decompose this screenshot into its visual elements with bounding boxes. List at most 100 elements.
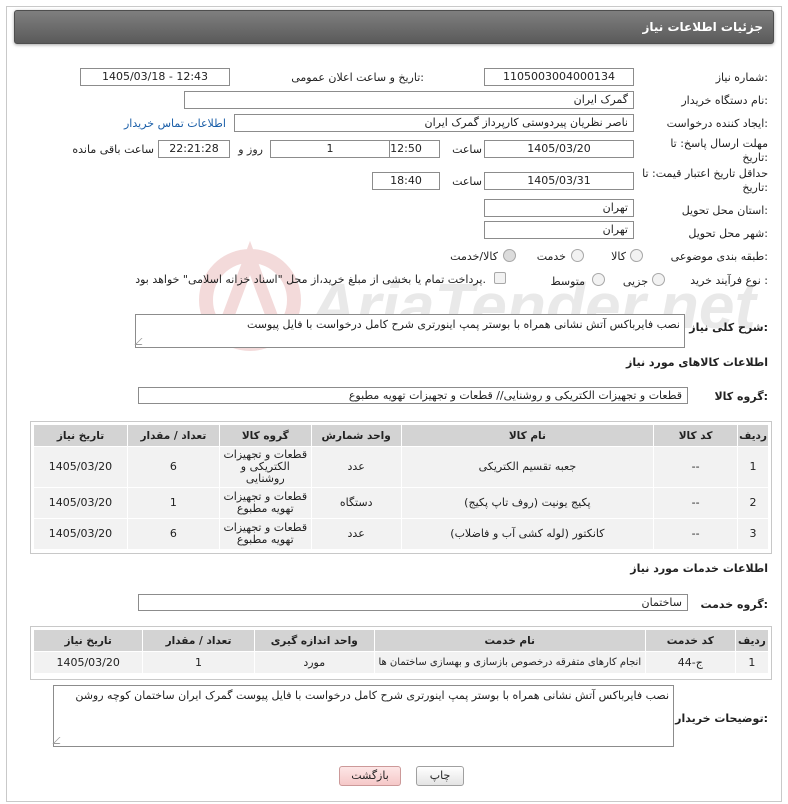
cell-date: 1405/03/20 [32, 651, 144, 674]
goods-th-group: گروه کالا [218, 424, 312, 447]
cell-row: 1 [734, 651, 770, 674]
province-field[interactable]: تهران [484, 199, 634, 217]
label-description: شرح کلی نیاز: [689, 321, 768, 334]
services-th-row: ردیف [734, 629, 770, 652]
description-textarea[interactable]: نصب فایرباکس آتش نشانی همراه با بوستر پم… [134, 314, 685, 348]
table-row[interactable]: 2 -- پکیج یونیت (روف تاپ پکیج) دستگاه قط… [33, 487, 769, 519]
contact-buyer-link[interactable]: اطلاعات تماس خریدار [124, 117, 226, 130]
print-button[interactable]: چاپ [416, 766, 464, 786]
cell-unit: مورد [253, 651, 375, 674]
announce-datetime-field[interactable]: 1405/03/18 - 12:43 [80, 68, 230, 86]
label-need-number: شماره نیاز: [715, 71, 768, 84]
services-th-qty: تعداد / مقدار [142, 629, 255, 652]
cell-name: انجام کارهای متفرقه درخصوص بازسازی و بهس… [373, 651, 646, 674]
buyer-notes-text: نصب فایرباکس آتش نشانی همراه با بوستر پم… [75, 689, 669, 702]
resize-grip-icon[interactable] [52, 737, 67, 744]
cell-name: پکیج یونیت (روف تاپ پکیج) [400, 487, 655, 519]
goods-group-field[interactable]: قطعات و تجهیزات الکتریکی و روشنایی// قطع… [138, 387, 688, 404]
cell-date: 1405/03/20 [33, 446, 128, 488]
cell-qty: 1 [126, 487, 220, 519]
label-category: طبقه بندی موضوعی: [670, 250, 768, 263]
category-option-both: کالا/خدمت [450, 250, 498, 263]
process-radio-minor[interactable] [652, 273, 665, 286]
label-announce-datetime: تاریخ و ساعت اعلان عمومی: [291, 71, 424, 84]
services-th-name: نام خدمت [373, 629, 646, 652]
cell-group: قطعات و تجهیزات تهویه مطبوع [218, 518, 312, 550]
label-city: شهر محل تحویل: [688, 227, 768, 240]
label-price-validity: حداقل تاریخ اعتبار قیمت: تا تاریخ: [642, 167, 768, 194]
cell-qty: 1 [142, 651, 255, 674]
description-text: نصب فایرباکس آتش نشانی همراه با بوستر پم… [246, 318, 680, 331]
cell-group: قطعات و تجهیزات تهویه مطبوع [218, 487, 312, 519]
resize-grip-icon[interactable] [134, 338, 149, 345]
need-number-field[interactable]: 1105003004000134 [484, 68, 634, 86]
page-title: جزئیات اطلاعات نیاز [642, 20, 763, 34]
cell-qty: 6 [126, 446, 220, 488]
process-option-minor: جزیی [622, 275, 648, 288]
cell-name: کانکتور (لوله کشی آب و فاضلاب) [400, 518, 655, 550]
cell-row: 3 [737, 518, 769, 550]
payment-checkbox[interactable] [494, 272, 506, 284]
city-field[interactable]: تهران [484, 221, 634, 239]
table-row[interactable]: 3 -- کانکتور (لوله کشی آب و فاضلاب) عدد … [33, 518, 769, 550]
category-radio-service[interactable] [571, 249, 584, 262]
goods-th-qty: تعداد / مقدار [126, 424, 220, 447]
cell-code: -- [653, 446, 739, 488]
page-header: جزئیات اطلاعات نیاز [14, 10, 774, 44]
label-remaining: ساعت باقی مانده [72, 143, 154, 156]
cell-unit: عدد [310, 518, 402, 550]
table-row[interactable]: 1 -- جعبه تقسیم الکتریکی عدد قطعات و تجه… [33, 446, 769, 488]
goods-th-name: نام کالا [400, 424, 655, 447]
goods-th-code: کد کالا [653, 424, 739, 447]
label-hour-2: ساعت [452, 175, 482, 188]
cell-qty: 6 [126, 518, 220, 550]
cell-row: 2 [737, 487, 769, 519]
label-process-type: نوع فرآیند خرید : [690, 274, 768, 287]
label-goods-group: گروه کالا: [714, 390, 768, 403]
cell-row: 1 [737, 446, 769, 488]
category-option-service: خدمت [536, 250, 566, 263]
cell-unit: دستگاه [310, 487, 402, 519]
label-reply-deadline: مهلت ارسال پاسخ: تا تاریخ: [670, 137, 768, 164]
category-radio-both[interactable] [503, 249, 516, 262]
label-province: استان محل تحویل: [681, 204, 768, 217]
payment-note: پرداخت تمام یا بخشی از مبلغ خرید،از محل … [135, 273, 486, 286]
label-buyer-org: نام دستگاه خریدار: [681, 94, 768, 107]
label-day-and: روز و [238, 143, 263, 156]
label-buyer-notes: توضیحات خریدار: [675, 712, 768, 725]
label-service-group: گروه خدمت: [700, 598, 768, 611]
table-row[interactable]: 1 ج-44 انجام کارهای متفرقه درخصوص بازساز… [32, 651, 770, 674]
services-th-date: تاریخ نیاز [32, 629, 144, 652]
goods-table: ردیف کد کالا نام کالا واحد شمارش گروه کا… [33, 424, 769, 550]
goods-th-unit: واحد شمارش [310, 424, 402, 447]
label-requester: ایجاد کننده درخواست: [666, 117, 768, 130]
validity-date-field[interactable]: 1405/03/31 [484, 172, 634, 190]
label-hour-1: ساعت [452, 143, 482, 156]
days-field[interactable]: 1 [270, 140, 390, 158]
service-group-field[interactable]: ساختمان [138, 594, 688, 611]
category-radio-goods[interactable] [630, 249, 643, 262]
cell-date: 1405/03/20 [33, 487, 128, 519]
cell-code: ج-44 [644, 651, 736, 674]
services-table: ردیف کد خدمت نام خدمت واحد اندازه گیری ت… [32, 629, 770, 674]
goods-th-row: ردیف [737, 424, 769, 447]
cell-code: -- [653, 487, 739, 519]
goods-section-title: اطلاعات کالاهای مورد نیاز [626, 356, 768, 369]
requester-field[interactable]: ناصر نظریان پیردوستی کارپرداز گمرک ایران [234, 114, 634, 132]
category-option-goods: کالا [611, 250, 626, 263]
process-option-medium: متوسط [550, 275, 585, 288]
back-button[interactable]: بازگشت [339, 766, 401, 786]
services-th-code: کد خدمت [644, 629, 736, 652]
reply-date-field[interactable]: 1405/03/20 [484, 140, 634, 158]
remaining-time-field[interactable]: 22:21:28 [158, 140, 230, 158]
cell-name: جعبه تقسیم الکتریکی [400, 446, 655, 488]
services-section-title: اطلاعات خدمات مورد نیاز [630, 562, 768, 575]
buyer-notes-textarea[interactable]: نصب فایرباکس آتش نشانی همراه با بوستر پم… [52, 685, 674, 747]
cell-unit: عدد [310, 446, 402, 488]
cell-group: قطعات و تجهیزات الکتریکی و روشنایی [218, 446, 312, 488]
buyer-org-field[interactable]: گمرک ایران [184, 91, 634, 109]
cell-date: 1405/03/20 [33, 518, 128, 550]
validity-time-field[interactable]: 18:40 [372, 172, 440, 190]
process-radio-medium[interactable] [592, 273, 605, 286]
goods-th-date: تاریخ نیاز [33, 424, 128, 447]
